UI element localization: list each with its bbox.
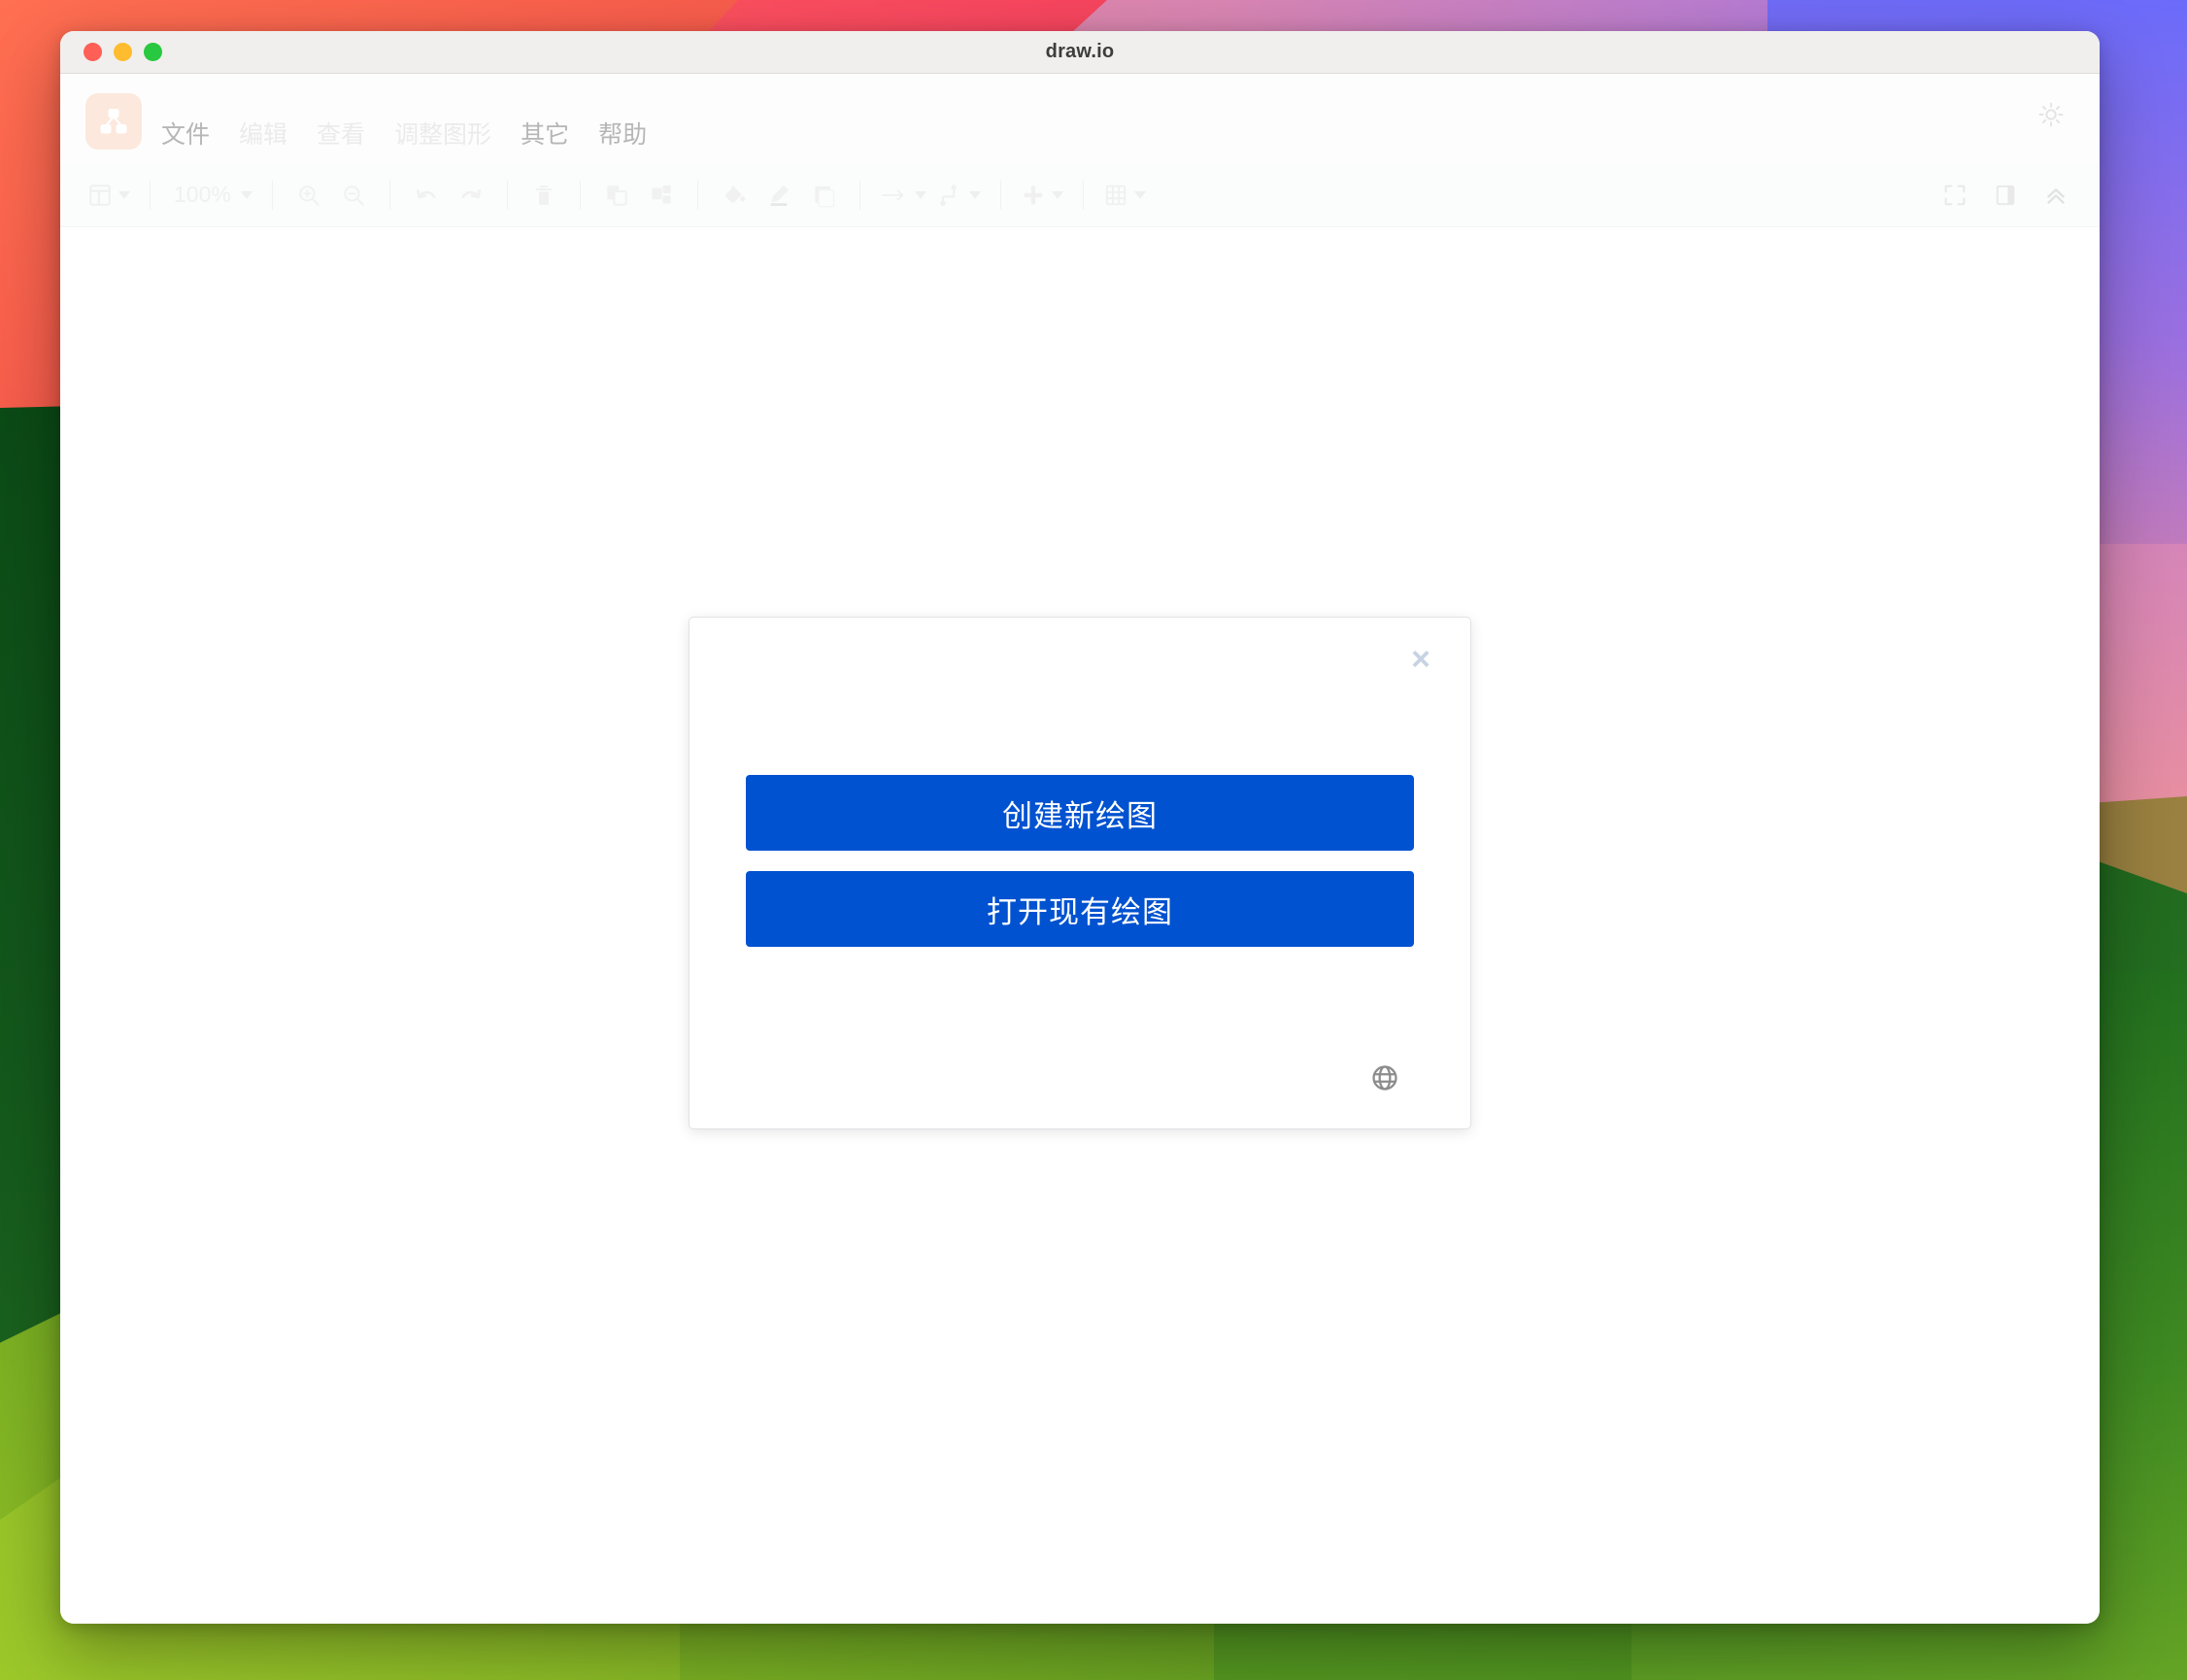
- menu-item-arrange[interactable]: 调整图形: [394, 123, 491, 148]
- chevron-down-icon[interactable]: [1133, 190, 1146, 199]
- menu-item-list: 文件 编辑 查看 调整图形 其它 帮助: [161, 123, 647, 151]
- diagram-canvas[interactable]: × 创建新绘图 打开现有绘图: [60, 227, 2100, 1624]
- window-titlebar: draw.io: [60, 31, 2100, 74]
- toolbar-divider: [1082, 180, 1084, 210]
- toolbar: 100%: [60, 163, 2100, 227]
- redo-icon[interactable]: [449, 173, 493, 218]
- side-panel-icon[interactable]: [1983, 173, 2028, 218]
- drawio-app-window: draw.io 文件 编辑 查看 调整图形 其它 帮助 100% × 创建新绘图…: [60, 31, 2100, 1624]
- toolbar-group-history: [404, 173, 493, 218]
- toolbar-group-delete: [522, 173, 566, 218]
- dialog-footer: [746, 1057, 1414, 1099]
- menu-item-view[interactable]: 查看: [317, 123, 365, 148]
- chevron-down-icon[interactable]: [240, 190, 252, 199]
- minimize-window-button[interactable]: [114, 43, 132, 61]
- dialog-button-group: 创建新绘图 打开现有绘图: [746, 775, 1414, 947]
- toolbar-group-insert: [1015, 173, 1069, 218]
- chevron-double-up-icon[interactable]: [2034, 173, 2078, 218]
- chevron-down-icon[interactable]: [1051, 190, 1063, 199]
- toolbar-divider: [696, 180, 698, 210]
- drawio-logo-icon: [85, 93, 142, 150]
- undo-icon[interactable]: [404, 173, 449, 218]
- toolbar-group-zoom: 100%: [164, 173, 258, 218]
- toolbar-right-group: [1933, 173, 2078, 218]
- globe-icon[interactable]: [1363, 1057, 1406, 1099]
- open-existing-diagram-button[interactable]: 打开现有绘图: [746, 871, 1414, 947]
- pen-icon[interactable]: [757, 173, 801, 218]
- zoom-out-icon[interactable]: [331, 173, 376, 218]
- toolbar-divider: [579, 180, 581, 210]
- window-title: draw.io: [1045, 41, 1115, 62]
- toolbar-divider: [388, 180, 390, 210]
- toolbar-divider: [506, 180, 508, 210]
- close-icon[interactable]: ×: [1400, 639, 1441, 680]
- toolbar-group-order: [594, 173, 684, 218]
- plus-icon[interactable]: [1015, 173, 1069, 218]
- waypoint-icon[interactable]: [932, 173, 987, 218]
- close-window-button[interactable]: [84, 43, 102, 61]
- create-new-diagram-button[interactable]: 创建新绘图: [746, 775, 1414, 851]
- chevron-down-icon[interactable]: [968, 190, 981, 199]
- shadow-square-icon[interactable]: [801, 173, 846, 218]
- toolbar-group-style: [712, 173, 846, 218]
- table-grid-icon[interactable]: [1097, 173, 1152, 218]
- sun-icon[interactable]: [2032, 95, 2070, 134]
- toolbar-group-view: [82, 173, 136, 218]
- fill-bucket-icon[interactable]: [712, 173, 757, 218]
- menu-item-extras[interactable]: 其它: [521, 123, 569, 148]
- zoom-level-label[interactable]: 100%: [170, 182, 235, 208]
- toolbar-group-zoom-buttons: [286, 173, 376, 218]
- menubar: 文件 编辑 查看 调整图形 其它 帮助: [60, 74, 2100, 163]
- toolbar-divider: [271, 180, 273, 210]
- send-to-back-icon[interactable]: [639, 173, 684, 218]
- trash-icon[interactable]: [522, 173, 566, 218]
- toolbar-group-connections: [874, 173, 987, 218]
- toolbar-group-table: [1097, 173, 1152, 218]
- traffic-lights: [60, 43, 162, 61]
- chevron-down-icon[interactable]: [118, 190, 130, 199]
- maximize-window-button[interactable]: [144, 43, 162, 61]
- panel-layout-icon[interactable]: [82, 173, 136, 218]
- arrow-right-icon[interactable]: [874, 173, 932, 218]
- bring-to-front-icon[interactable]: [594, 173, 639, 218]
- toolbar-divider: [858, 180, 860, 210]
- welcome-dialog: × 创建新绘图 打开现有绘图: [689, 617, 1471, 1129]
- toolbar-divider: [999, 180, 1001, 210]
- menu-item-help[interactable]: 帮助: [598, 123, 647, 148]
- zoom-select[interactable]: 100%: [164, 173, 258, 218]
- fullscreen-icon[interactable]: [1933, 173, 1977, 218]
- desktop-wallpaper: draw.io 文件 编辑 查看 调整图形 其它 帮助 100% × 创建新绘图…: [0, 0, 2187, 1680]
- menu-item-edit[interactable]: 编辑: [239, 123, 287, 148]
- zoom-in-icon[interactable]: [286, 173, 331, 218]
- toolbar-divider: [150, 180, 151, 210]
- chevron-down-icon[interactable]: [914, 190, 926, 199]
- menu-item-file[interactable]: 文件: [161, 123, 210, 148]
